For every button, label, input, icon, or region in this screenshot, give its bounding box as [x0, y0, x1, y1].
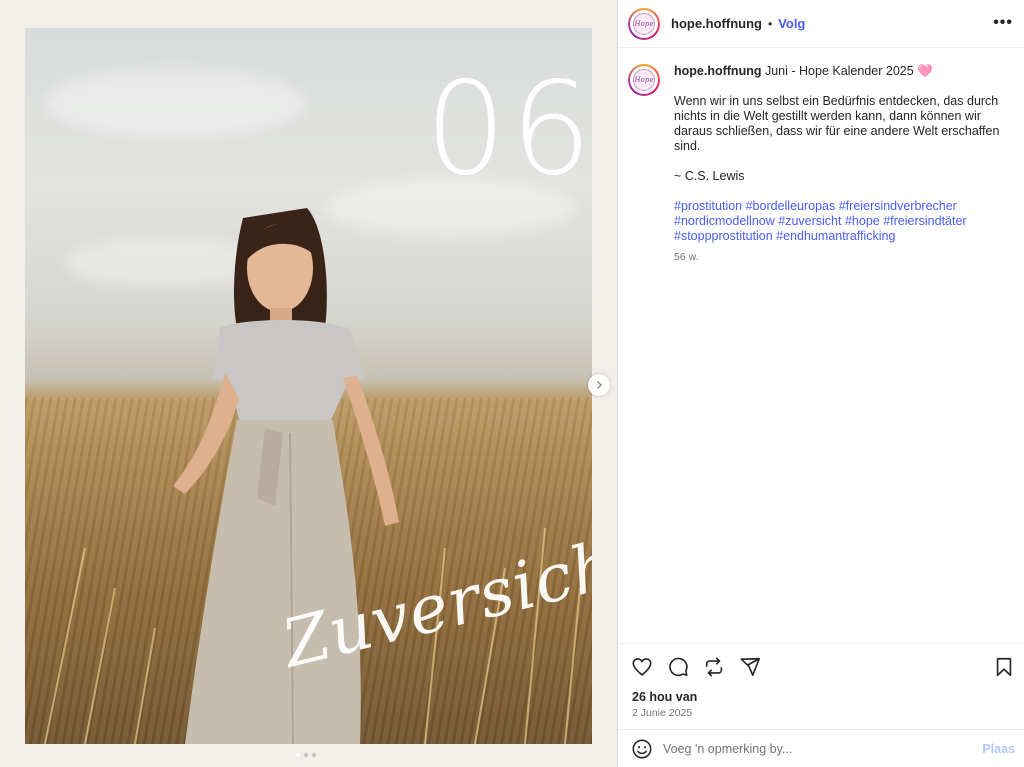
action-bar: 26 hou van 2 Junie 2025 — [618, 643, 1024, 729]
hashtag-link[interactable]: #zuversicht — [778, 214, 841, 228]
post-date[interactable]: 2 Junie 2025 — [632, 707, 692, 719]
media-pane: 06 Zuversicht — [0, 0, 617, 767]
heart-icon[interactable] — [631, 656, 653, 678]
separator-dot: • — [767, 16, 773, 31]
avatar-logo: Hope — [633, 69, 655, 91]
post-header: Hope hope.hoffnung • Volg ••• — [618, 0, 1024, 48]
carousel-dot — [296, 753, 300, 757]
caption-body: hope.hoffnung Juni - Hope Kalender 2025 … — [674, 64, 1016, 265]
comment-bar: Plaas — [618, 729, 1024, 767]
hashtag-link[interactable]: #stoppprostitution — [674, 229, 773, 243]
emoji-icon[interactable] — [631, 738, 653, 760]
more-options-icon[interactable]: ••• — [993, 14, 1013, 32]
repost-icon[interactable] — [703, 656, 725, 678]
carousel-dot — [304, 753, 308, 757]
caption-avatar[interactable]: Hope — [628, 64, 660, 96]
hashtag-link[interactable]: #freiersindtäter — [883, 214, 966, 228]
share-icon[interactable] — [739, 656, 761, 678]
carousel-dots — [296, 753, 316, 757]
caption: Hope hope.hoffnung Juni - Hope Kalender … — [628, 64, 1018, 265]
caption-author: ~ C.S. Lewis — [674, 169, 745, 183]
hashtag-link[interactable]: #hope — [845, 214, 880, 228]
avatar-ring: Hope — [630, 9, 658, 38]
avatar-ring: Hope — [630, 66, 658, 94]
follow-button[interactable]: Volg — [778, 16, 805, 31]
caption-quote: Wenn wir in uns selbst ein Bedürfnis ent… — [674, 94, 1000, 153]
comment-icon[interactable] — [667, 656, 689, 678]
bookmark-icon[interactable] — [993, 656, 1015, 678]
caption-username[interactable]: hope.hoffnung — [674, 64, 761, 78]
post-side-panel: Hope hope.hoffnung • Volg ••• Hope hope.… — [617, 0, 1024, 767]
post-age[interactable]: 56 w. — [674, 250, 1016, 265]
avatar-logo: Hope — [633, 12, 655, 35]
carousel-next-button[interactable] — [588, 374, 610, 396]
chevron-right-icon — [597, 381, 602, 389]
header-username[interactable]: hope.hoffnung — [671, 16, 762, 31]
hashtag-link[interactable]: #prostitution — [674, 199, 742, 213]
hashtag-list: #prostitution #bordelleuropas #freiersin… — [674, 199, 1016, 244]
post-comment-button[interactable]: Plaas — [982, 742, 1015, 756]
hashtag-link[interactable]: #nordicmodellnow — [674, 214, 775, 228]
hashtag-link[interactable]: #freiersindverbrecher — [839, 199, 957, 213]
carousel-dot — [312, 753, 316, 757]
likes-count[interactable]: 26 hou van — [632, 690, 697, 704]
action-icons — [631, 656, 761, 678]
caption-title: Juni - Hope Kalender 2025 — [764, 64, 914, 78]
comment-input[interactable] — [663, 741, 963, 756]
heart-emoji-icon: 🩷 — [917, 64, 933, 78]
avatar[interactable]: Hope — [628, 7, 660, 40]
hashtag-link[interactable]: #endhumantrafficking — [776, 229, 895, 243]
post-photo[interactable]: 06 Zuversicht — [25, 28, 592, 744]
caption-heading: hope.hoffnung Juni - Hope Kalender 2025 … — [674, 64, 1016, 79]
hashtag-link[interactable]: #bordelleuropas — [746, 199, 836, 213]
calendar-month-number: 06 — [425, 55, 592, 204]
